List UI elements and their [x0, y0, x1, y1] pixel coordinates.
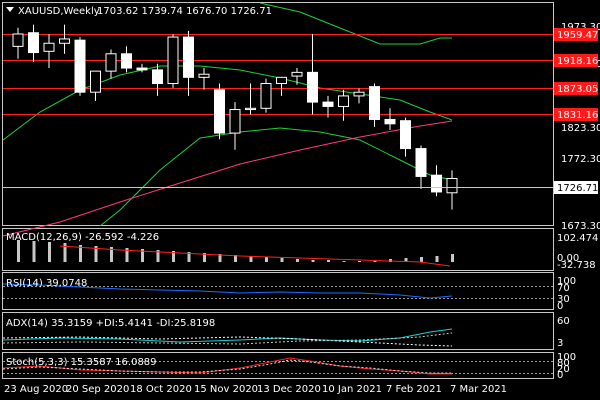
candle: [74, 37, 86, 96]
time-axis-label: 7 Mar 2021: [450, 384, 507, 395]
price-axis-label: 1673.30: [561, 221, 600, 232]
candle-body: [322, 101, 334, 107]
current-price-tag: 1726.71: [554, 181, 598, 194]
candle-body: [136, 67, 148, 71]
adx-axis-label: 3: [557, 338, 563, 349]
candle-body: [43, 42, 55, 52]
trading-chart[interactable]: XAUUSD,Weekly 1703.62 1739.74 1676.70 17…: [0, 0, 600, 400]
level-tag-value: 1831.16: [557, 110, 598, 121]
level-tag: 1873.05: [554, 82, 598, 95]
level-tag: 1959.47: [554, 28, 598, 41]
ohlc-values: 1703.62 1739.74 1676.70 1726.71: [97, 6, 272, 17]
level-tag: 1831.16: [554, 108, 598, 121]
time-axis[interactable]: 23 Aug 2020 20 Sep 2020 18 Oct 2020 15 N…: [4, 384, 507, 395]
candle-body: [369, 86, 380, 120]
candle: [214, 83, 225, 140]
candle-body: [229, 109, 241, 134]
rsi-label: RSI(14) 39.0748: [6, 278, 87, 289]
macd-bar: [17, 240, 20, 262]
macd-bar: [435, 256, 439, 262]
time-axis-label: 23 Aug 2020: [4, 384, 68, 395]
candle-body: [260, 83, 272, 109]
time-axis-label: 15 Nov 2020: [194, 384, 258, 395]
rsi-axis-label: 0: [557, 301, 563, 312]
price-axis-label: 1772.30: [561, 154, 600, 165]
macd-axis-label: 102.474: [557, 233, 598, 244]
candle-body: [431, 174, 442, 193]
macd-bar: [280, 258, 284, 262]
macd-bar: [265, 257, 268, 262]
candle: [167, 33, 179, 88]
macd-bar: [32, 241, 36, 262]
macd-bar: [48, 242, 51, 262]
candle-body: [276, 76, 287, 85]
macd-label: MACD(12,26,9) -26.592 -4.226: [6, 232, 159, 243]
macd-bar: [311, 260, 315, 262]
current-price-value: 1726.71: [557, 183, 598, 194]
macd-bar: [420, 257, 423, 262]
candle-body: [400, 120, 411, 150]
candle-body: [307, 71, 318, 103]
time-axis-label: 18 Oct 2020: [130, 384, 192, 395]
adx-axis-label: 60: [557, 316, 570, 327]
stoch-axis-label: 0: [557, 370, 563, 381]
candle-body: [152, 69, 163, 85]
candle-body: [338, 95, 349, 107]
candle-body: [198, 73, 210, 78]
candle-body: [183, 36, 194, 78]
stoch-label: Stoch(5,3,3) 15.3587 16.0889: [6, 357, 157, 368]
candle-body: [28, 32, 39, 54]
time-axis-label: 10 Jan 2021: [322, 384, 382, 395]
time-axis-label: 7 Feb 2021: [386, 384, 442, 395]
candle-body: [105, 53, 117, 72]
candle-body: [291, 71, 303, 77]
macd-bar: [296, 259, 299, 262]
candle-body: [353, 91, 365, 97]
chart-header: XAUUSD,Weekly 1703.62 1739.74 1676.70 17…: [6, 6, 272, 17]
candle-body: [415, 148, 427, 177]
level-tag-value: 1918.16: [557, 56, 598, 67]
macd-bar: [327, 260, 330, 262]
candle-body: [245, 107, 256, 111]
level-tag-value: 1959.47: [557, 30, 598, 41]
candle-body: [59, 38, 70, 44]
candle: [260, 78, 272, 113]
candle-body: [384, 118, 396, 125]
rsi-axis-label: 70: [557, 283, 570, 294]
level-tag: 1918.16: [554, 54, 598, 67]
candle-body: [74, 39, 86, 93]
candle-body: [12, 33, 24, 47]
candle-body: [446, 177, 458, 194]
time-axis-label: 20 Sep 2020: [66, 384, 129, 395]
adx-label: ADX(14) 35.3159 +DI:5.4141 -DI:25.8198: [6, 318, 215, 329]
macd-bar: [451, 254, 454, 262]
symbol-timeframe: XAUUSD,Weekly: [18, 6, 100, 17]
candle-body: [167, 36, 179, 85]
candle-body: [214, 89, 225, 134]
price-axis-label: 1823.30: [561, 123, 600, 134]
macd-axis-label: -32.738: [557, 260, 596, 271]
macd-bar: [358, 261, 361, 262]
candle-body: [90, 70, 101, 93]
level-tag-value: 1873.05: [557, 84, 598, 95]
time-axis-label: 13 Dec 2020: [257, 384, 321, 395]
macd-bar: [342, 261, 346, 262]
candle-body: [121, 53, 132, 69]
